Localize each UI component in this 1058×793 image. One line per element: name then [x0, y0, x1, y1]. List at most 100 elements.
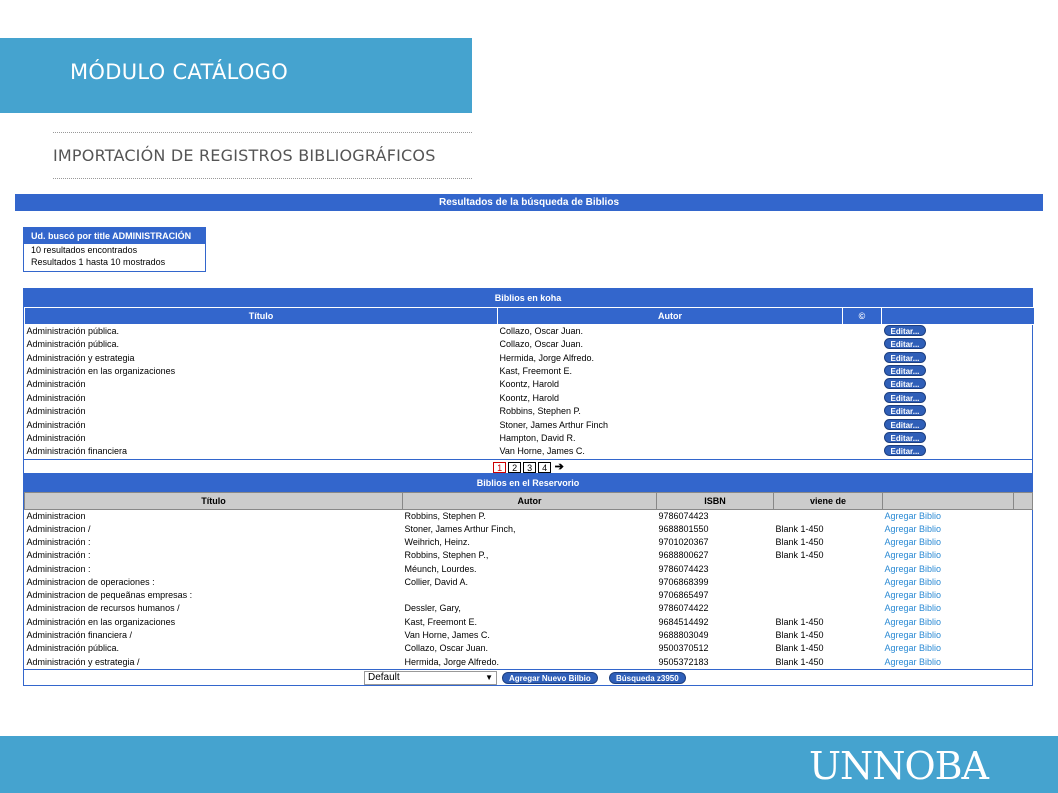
koha-row-copyright	[843, 405, 882, 418]
koha-row: Administración Stoner, James Arthur Finch…	[25, 418, 1035, 431]
koha-row-author: Koontz, Harold	[499, 379, 560, 390]
page-link-4[interactable]: 4	[538, 461, 552, 473]
reservorio-row: Administracion : Méunch, Lourdes. 97860744…	[25, 562, 1033, 575]
res-row-action: Agregar Biblio	[883, 616, 1014, 629]
koha-row-title: Administración pública.	[26, 326, 120, 336]
koha-col-copyright[interactable]: ©	[842, 307, 882, 325]
res-row-source	[774, 576, 883, 589]
page-subtitle: IMPORTACIÓN DE REGISTROS BIBLIOGRÁFICOS	[53, 146, 436, 165]
koha-col-title[interactable]: Título	[24, 307, 498, 325]
res-row-extra	[1014, 589, 1033, 602]
koha-row-author: Kast, Freemont E.	[499, 365, 573, 376]
search-result-count: 10 resultados encontrados	[31, 245, 138, 255]
next-page-arrow-icon[interactable]: ➔	[555, 460, 564, 474]
koha-row-title: Administración	[26, 392, 86, 403]
edit-button[interactable]: Editar...	[883, 364, 927, 376]
koha-row-action: Editar...	[882, 364, 1035, 378]
res-row-action: Agregar Biblio	[883, 549, 1014, 562]
add-biblio-link[interactable]: Agregar Biblio	[885, 617, 942, 627]
koha-row-author: Van Horne, James C.	[499, 446, 585, 457]
koha-row: Administración Hampton, David R. Editar...	[25, 431, 1035, 445]
res-row-source: Blank 1-450	[775, 536, 824, 547]
add-biblio-link[interactable]: Agregar Biblio	[885, 603, 942, 613]
res-row-title: Administracion /	[26, 523, 91, 534]
res-row-title: Administracion	[26, 510, 86, 521]
res-row-action: Agregar Biblio	[883, 576, 1014, 589]
res-row-title: Administracion :	[26, 563, 91, 574]
res-col-extra	[1013, 491, 1033, 510]
add-biblio-link[interactable]: Agregar Biblio	[885, 657, 942, 667]
res-row-isbn: 9706865497	[658, 590, 709, 601]
add-new-biblio-button[interactable]: Agregar Nuevo Bilbio	[502, 671, 598, 684]
z3950-search-button[interactable]: Búsqueda z3950	[609, 671, 686, 684]
add-biblio-link[interactable]: Agregar Biblio	[885, 643, 942, 653]
koha-col-actions	[881, 307, 1035, 325]
search-result-range: Resultados 1 hasta 10 mostrados	[31, 257, 166, 267]
add-biblio-link[interactable]: Agregar Biblio	[885, 550, 942, 560]
edit-button[interactable]: Editar...	[883, 431, 927, 443]
res-row-author	[403, 589, 657, 602]
add-biblio-link[interactable]: Agregar Biblio	[885, 564, 942, 574]
res-row-source	[774, 602, 883, 615]
edit-button[interactable]: Editar...	[883, 405, 927, 417]
res-col-viene-de[interactable]: viene de	[773, 491, 883, 510]
res-row-isbn: 9500370512	[658, 643, 709, 654]
edit-button[interactable]: Editar...	[883, 445, 927, 457]
chevron-down-icon: ▼	[485, 672, 493, 682]
koha-row: Administración en las organizaciones Kast…	[25, 364, 1035, 378]
koha-row-title: Administración pública.	[26, 339, 120, 350]
koha-col-author[interactable]: Autor	[497, 307, 843, 325]
edit-button[interactable]: Editar...	[883, 325, 927, 336]
add-biblio-link[interactable]: Agregar Biblio	[885, 524, 942, 534]
add-biblio-link[interactable]: Agregar Biblio	[885, 630, 942, 640]
res-row-source	[774, 589, 883, 602]
koha-row-action: Editar...	[882, 418, 1035, 431]
koha-row-author: Hermida, Jorge Alfredo.	[499, 352, 595, 363]
res-row-action: Agregar Biblio	[883, 602, 1014, 615]
add-biblio-link[interactable]: Agregar Biblio	[885, 577, 942, 587]
res-row-title: Administración financiera /	[26, 630, 133, 641]
page-link-2[interactable]: 2	[508, 461, 522, 473]
reservorio-row: Administración y estrategia / Hermida, Jo…	[25, 655, 1033, 668]
koha-row-author: Stoner, James Arthur Finch	[499, 419, 609, 430]
res-row-extra	[1014, 642, 1033, 655]
res-col-author[interactable]: Autor	[402, 491, 657, 510]
res-col-title[interactable]: Título	[24, 491, 403, 510]
framework-select[interactable]: Default ▼	[364, 670, 497, 685]
koha-row: Administración y estrategia Hermida, Jorg…	[25, 351, 1035, 364]
res-row-extra	[1014, 576, 1033, 589]
res-row-isbn: 9505372183	[658, 656, 709, 667]
koha-row-action: Editar...	[882, 325, 1035, 339]
reservorio-row: Administración : Weihrich, Heinz. 97010203…	[25, 536, 1033, 549]
koha-row-action: Editar...	[882, 351, 1035, 364]
edit-button[interactable]: Editar...	[883, 418, 927, 430]
koha-row-title: Administración en las organizaciones	[26, 365, 176, 376]
koha-row: Administración pública. Collazo, Oscar Ju…	[25, 338, 1035, 351]
res-row-author: Collazo, Oscar Juan.	[404, 643, 489, 654]
edit-button[interactable]: Editar...	[883, 351, 927, 363]
add-biblio-link[interactable]: Agregar Biblio	[885, 590, 942, 600]
res-row-title: Administracion de pequeãnas empresas :	[26, 590, 193, 601]
res-row-extra	[1014, 616, 1033, 629]
results-header: Resultados de la búsqueda de Biblios	[15, 194, 1043, 211]
koha-row: Administración financiera Van Horne, Jame…	[25, 445, 1035, 458]
page-link-3[interactable]: 3	[523, 461, 537, 473]
res-row-action: Agregar Biblio	[883, 589, 1014, 602]
res-row-source: Blank 1-450	[775, 616, 824, 627]
reservorio-table: Título Autor ISBN viene de Administracio…	[24, 491, 1033, 669]
res-row-source: Blank 1-450	[775, 643, 824, 654]
framework-select-value: Default	[368, 671, 400, 683]
res-col-isbn[interactable]: ISBN	[656, 491, 774, 510]
res-row-title: Administración y estrategia /	[26, 656, 140, 667]
koha-row: Administración pública. Collazo, Oscar Ju…	[25, 325, 1035, 339]
edit-button[interactable]: Editar...	[883, 391, 927, 403]
edit-button[interactable]: Editar...	[883, 378, 927, 390]
koha-row-copyright	[843, 378, 882, 391]
edit-button[interactable]: Editar...	[883, 338, 927, 350]
add-biblio-link[interactable]: Agregar Biblio	[885, 537, 942, 547]
res-row-author: Robbins, Stephen P.	[404, 510, 486, 521]
res-row-extra	[1014, 562, 1033, 575]
add-biblio-link[interactable]: Agregar Biblio	[885, 511, 942, 521]
res-row-extra	[1014, 523, 1033, 536]
page-link-1[interactable]: 1	[493, 461, 507, 473]
